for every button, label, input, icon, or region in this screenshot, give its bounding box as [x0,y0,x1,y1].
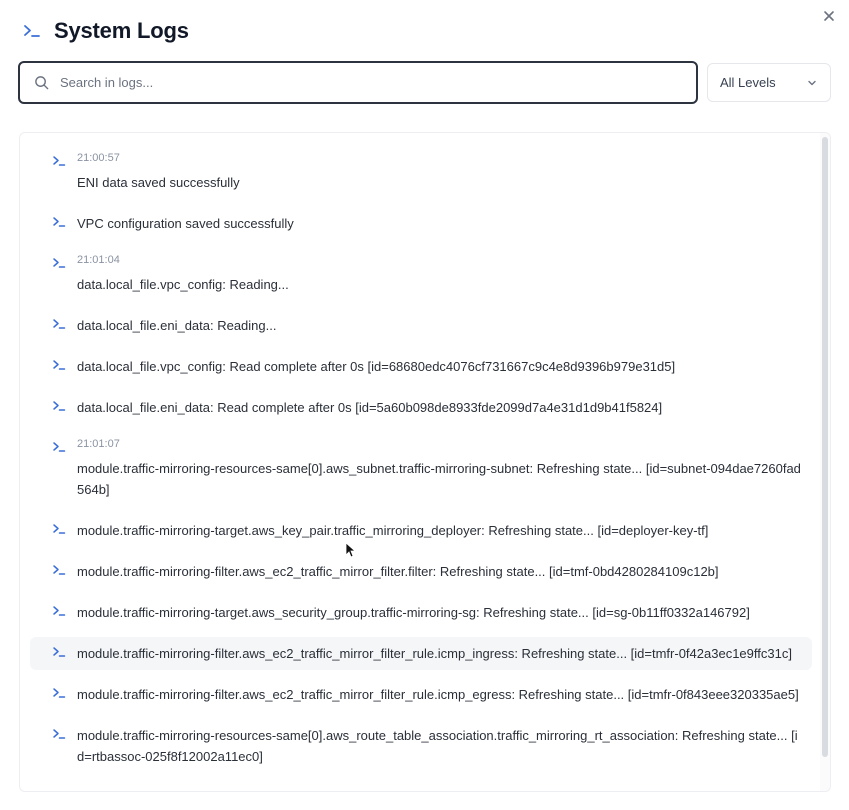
page-title: System Logs [54,18,189,43]
terminal-icon [24,25,40,37]
log-message: module.traffic-mirroring-target.aws_secu… [77,605,750,620]
log-message: module.traffic-mirroring-filter.aws_ec2_… [77,687,799,702]
terminal-icon [53,217,66,227]
terminal-icon [53,319,66,329]
log-panel: 21:00:57 ENI data saved successfully VPC c… [19,132,831,792]
log-message: data.local_file.eni_data: Read complete … [77,400,663,415]
log-message: module.traffic-mirroring-resources-same[… [77,461,801,497]
log-entry: data.local_file.eni_data: Read complete … [30,391,812,424]
log-entry: module.traffic-mirroring-filter.aws_ec2_… [30,637,812,670]
log-entry: 21:01:07 module.traffic-mirroring-resourc… [30,432,812,506]
log-entry: module.traffic-mirroring-filter.aws_ec2_… [30,555,812,588]
terminal-icon [53,565,66,575]
terminal-icon [53,360,66,370]
level-filter-select[interactable]: All Levels [707,63,831,102]
log-timestamp: 21:00:57 [77,152,120,164]
terminal-icon [53,688,66,698]
header: System Logs [22,18,189,44]
log-entry: VPC configuration saved successfully [30,207,812,240]
log-list: 21:00:57 ENI data saved successfully VPC c… [20,133,820,791]
log-message: module.traffic-mirroring-target.aws_key_… [77,523,709,538]
log-message: module.traffic-mirroring-resources-same[… [77,728,798,764]
log-entry: data.local_file.vpc_config: Read complet… [30,350,812,383]
terminal-icon [53,401,66,411]
scrollbar-track[interactable] [820,133,830,791]
log-entry: 21:00:57 ENI data saved successfully [30,146,812,199]
log-message: ENI data saved successfully [77,175,240,190]
terminal-icon [53,606,66,616]
log-message: VPC configuration saved successfully [77,216,294,231]
log-timestamp: 21:01:04 [77,254,120,266]
search-icon [35,76,49,90]
log-message: module.traffic-mirroring-filter.aws_ec2_… [77,564,719,579]
log-entry: 21:01:04 data.local_file.vpc_config: Read… [30,248,812,301]
log-message: module.traffic-mirroring-filter.aws_ec2_… [77,646,792,661]
chevron-down-icon [808,80,816,85]
scrollbar-thumb[interactable] [822,137,828,757]
terminal-icon [53,442,66,452]
log-entry: data.local_file.eni_data: Reading... [30,309,812,342]
level-filter-value: All Levels [720,75,776,90]
log-message: data.local_file.vpc_config: Reading... [77,277,289,292]
terminal-icon [53,156,66,166]
log-entry: module.traffic-mirroring-target.aws_key_… [30,514,812,547]
terminal-icon [53,647,66,657]
terminal-icon [53,729,66,739]
log-entry: module.traffic-mirroring-target.aws_secu… [30,596,812,629]
search-box[interactable] [18,61,698,104]
close-icon[interactable] [821,8,837,24]
search-input[interactable] [58,74,662,91]
log-message: data.local_file.eni_data: Reading... [77,318,277,333]
log-entry: module.traffic-mirroring-resources-same[… [30,719,812,773]
log-entry: module.traffic-mirroring-filter.aws_ec2_… [30,678,812,711]
log-timestamp: 21:01:07 [77,438,120,450]
terminal-icon [53,258,66,268]
terminal-icon [53,524,66,534]
mouse-pointer-icon [345,542,355,558]
log-message: data.local_file.vpc_config: Read complet… [77,359,676,374]
